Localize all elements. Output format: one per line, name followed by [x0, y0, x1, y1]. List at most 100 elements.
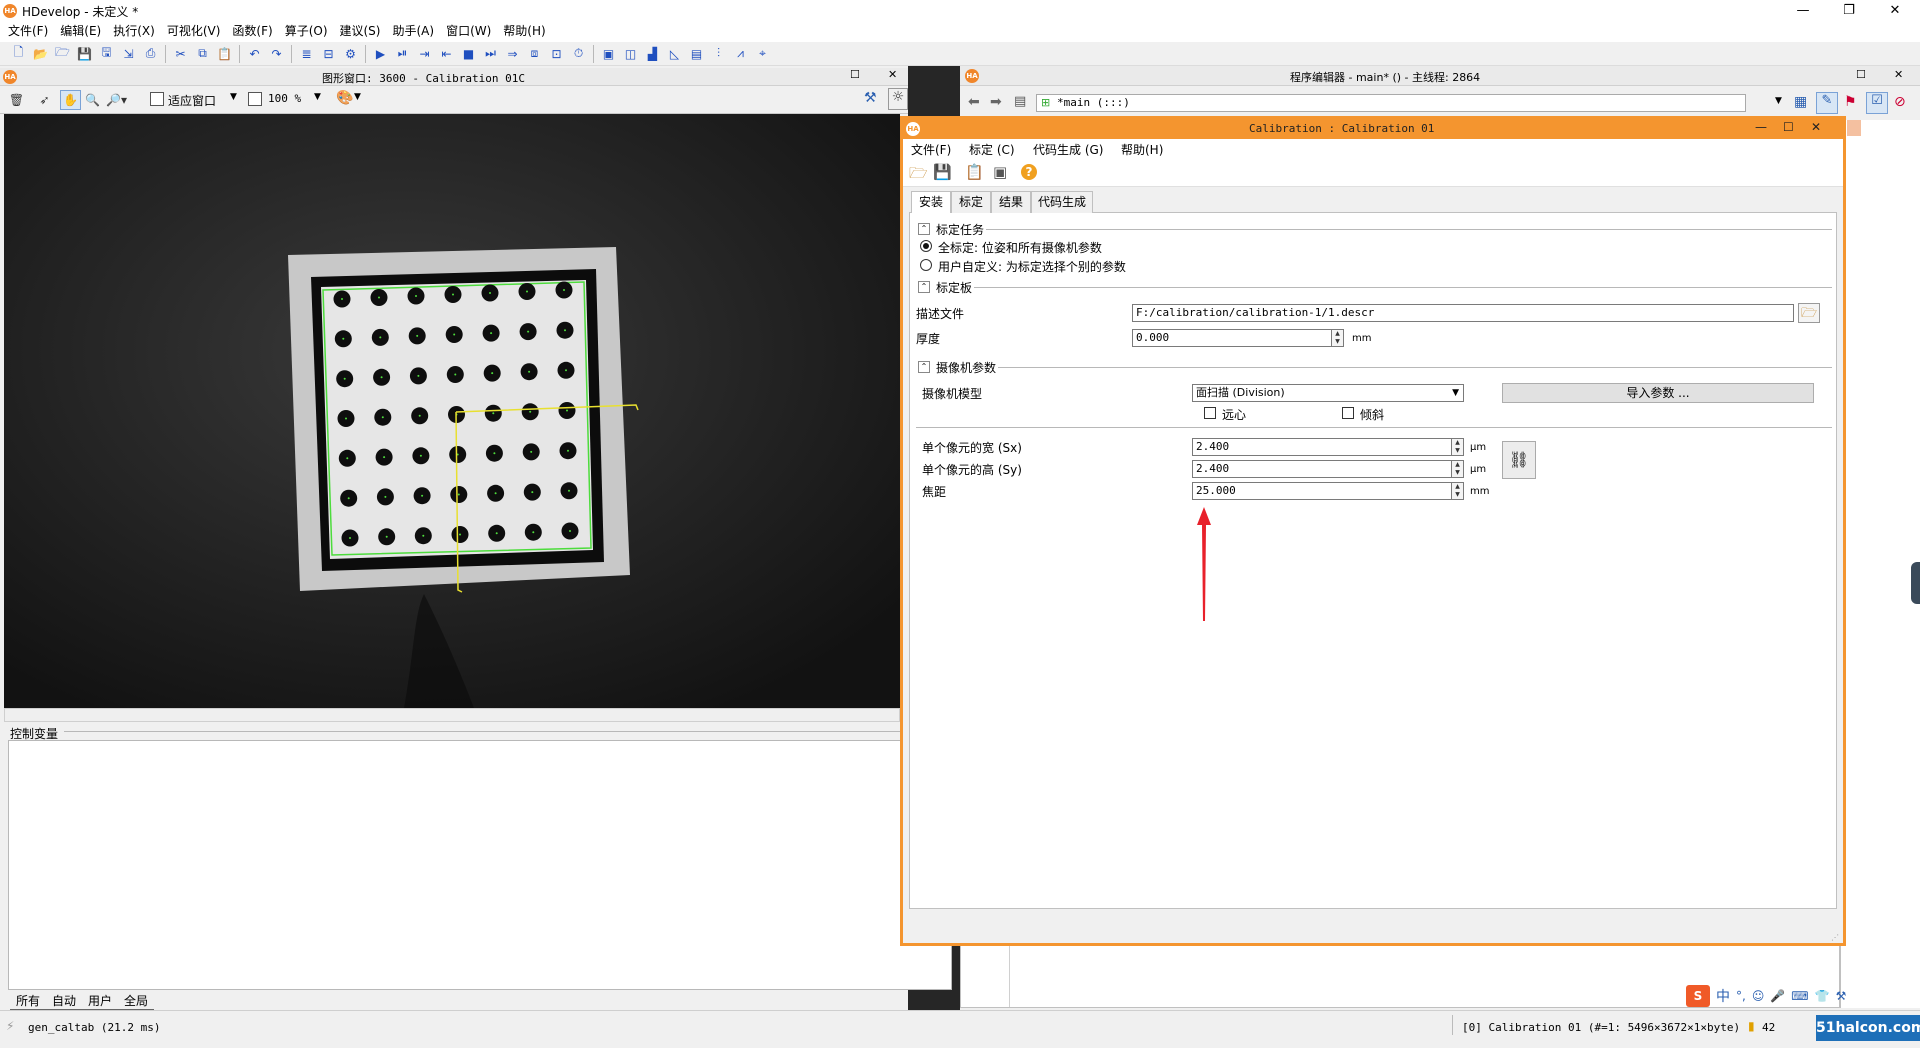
tilt-checkbox[interactable]: [1342, 407, 1354, 419]
timer-icon[interactable]: ⏱: [568, 44, 589, 64]
menu-file[interactable]: 文件(F): [2, 22, 54, 40]
zoom-dropdown-icon[interactable]: 🔎▾: [106, 90, 127, 110]
stop-icon[interactable]: ■: [458, 44, 479, 64]
save-icon[interactable]: 💾: [74, 44, 95, 64]
emoji-icon[interactable]: ☺: [1752, 989, 1765, 1003]
step-forward-icon[interactable]: ⏭: [480, 44, 501, 64]
tab-all[interactable]: 所有: [10, 992, 47, 1010]
thickness-input[interactable]: 0.000: [1132, 329, 1332, 347]
breakpoint-icon[interactable]: ⊡: [546, 44, 567, 64]
chevron-down-icon[interactable]: ▼: [354, 92, 361, 102]
open-folder-icon[interactable]: 🗁: [909, 163, 928, 188]
region-icon[interactable]: ◫: [620, 44, 641, 64]
chevron-down-icon[interactable]: ▼: [1775, 96, 1782, 106]
graphics-window-icon[interactable]: ▣: [598, 44, 619, 64]
tab-user[interactable]: 用户: [82, 992, 119, 1010]
paste-icon[interactable]: 📋: [214, 44, 235, 64]
inspect-icon[interactable]: ⩘: [730, 44, 751, 64]
help-icon[interactable]: ?: [1021, 164, 1037, 180]
pe-close-button[interactable]: ✕: [1894, 68, 1903, 81]
thickness-spinner[interactable]: ▲ ▼: [1332, 329, 1344, 347]
cal-menu-calibrate[interactable]: 标定 (C): [969, 141, 1015, 158]
collapse-icon[interactable]: ⌃: [918, 361, 930, 373]
calendar-icon[interactable]: ▦: [1794, 94, 1807, 110]
tab-global[interactable]: 全局: [118, 992, 155, 1010]
assistant-icon[interactable]: ⌖: [752, 44, 773, 64]
insert-line-icon[interactable]: ≣: [296, 44, 317, 64]
print-icon[interactable]: ⎙: [140, 44, 161, 64]
gray-histogram-icon[interactable]: ⫶: [708, 44, 729, 64]
pan-hand-icon[interactable]: ✋: [60, 90, 81, 110]
restore-button[interactable]: ❐: [1826, 0, 1872, 22]
browse-folder-icon[interactable]: 🗁: [1798, 303, 1820, 323]
pe-maximize-button[interactable]: ☐: [1856, 68, 1866, 81]
sy-spinner[interactable]: ▲ ▼: [1452, 460, 1464, 478]
cal-menu-file[interactable]: 文件(F): [911, 141, 951, 158]
cal-menu-help[interactable]: 帮助(H): [1121, 141, 1163, 158]
focal-length-spinner[interactable]: ▲ ▼: [1452, 482, 1464, 500]
menu-function[interactable]: 函数(F): [226, 22, 278, 40]
task-section-header[interactable]: ⌃ 标定任务: [918, 221, 984, 237]
reset-icon[interactable]: ⚙: [340, 44, 361, 64]
program-icon[interactable]: ⧈: [524, 44, 545, 64]
clipboard-icon[interactable]: 📋: [965, 163, 984, 181]
menu-execute[interactable]: 执行(X): [107, 22, 161, 40]
tab-setup[interactable]: 安装: [911, 191, 951, 214]
tab-codegen[interactable]: 代码生成: [1031, 191, 1093, 213]
disable-icon[interactable]: ⊘: [1894, 94, 1906, 110]
tab-auto[interactable]: 自动: [46, 992, 83, 1010]
focal-length-input[interactable]: 25.000: [1192, 482, 1452, 500]
gw-maximize-button[interactable]: ☐: [850, 68, 860, 81]
save-icon[interactable]: 💾: [933, 163, 952, 181]
punctuation-icon[interactable]: °,: [1736, 989, 1746, 1003]
cal-maximize-button[interactable]: ☐: [1783, 120, 1794, 134]
histogram-icon[interactable]: ▟: [642, 44, 663, 64]
settings-person-icon[interactable]: ⚒: [864, 90, 877, 106]
new-file-icon[interactable]: 🗋: [8, 44, 29, 64]
run-icon[interactable]: ▶: [370, 44, 391, 64]
side-tool-icon[interactable]: ⛉: [1911, 562, 1920, 604]
horizontal-scrollbar[interactable]: [4, 708, 900, 722]
zoom-icon[interactable]: 🔍: [82, 90, 103, 110]
feature-icon[interactable]: ▤: [686, 44, 707, 64]
export-icon[interactable]: ⇲: [118, 44, 139, 64]
procedure-select[interactable]: ⊞ *main (:::): [1036, 94, 1746, 112]
zoom-mode-select[interactable]: 适应窗口: [168, 92, 216, 109]
next-icon[interactable]: ⇒: [502, 44, 523, 64]
menu-visualize[interactable]: 可视化(V): [161, 22, 227, 40]
cut-icon[interactable]: ✂: [170, 44, 191, 64]
delete-line-icon[interactable]: ⊟: [318, 44, 339, 64]
chevron-down-icon[interactable]: ▼: [230, 92, 237, 102]
sx-spinner[interactable]: ▲ ▼: [1452, 438, 1464, 456]
color-palette-icon[interactable]: 🎨: [336, 90, 353, 106]
open-file-icon[interactable]: 📂: [30, 44, 51, 64]
control-variables-list[interactable]: [8, 740, 952, 990]
import-params-button[interactable]: 导入参数 ...: [1502, 383, 1814, 403]
telecentric-checkbox[interactable]: [1204, 407, 1216, 419]
minimize-button[interactable]: —: [1780, 0, 1826, 22]
skin-icon[interactable]: 👕: [1815, 989, 1830, 1003]
line-profile-icon[interactable]: ◺: [664, 44, 685, 64]
menu-suggest[interactable]: 建议(S): [334, 22, 387, 40]
resize-grip-icon[interactable]: ⋰: [1831, 933, 1839, 942]
pointer-icon[interactable]: ➶: [34, 90, 55, 110]
zoom-percent-select[interactable]: 100 %: [268, 92, 301, 105]
radio-full-calibration[interactable]: [920, 240, 932, 252]
gw-close-button[interactable]: ✕: [888, 68, 897, 81]
step-out-icon[interactable]: ⇤: [436, 44, 457, 64]
sy-input[interactable]: 2.400: [1192, 460, 1452, 478]
collapse-icon[interactable]: ⌃: [918, 223, 930, 235]
procedure-icon[interactable]: ▤: [1014, 94, 1026, 109]
menu-assistant[interactable]: 助手(A): [386, 22, 440, 40]
keyboard-icon[interactable]: ⌨: [1791, 989, 1808, 1003]
tab-results[interactable]: 结果: [991, 191, 1031, 213]
step-over-icon[interactable]: ⏯: [392, 44, 413, 64]
forward-arrow-icon[interactable]: ➡: [990, 94, 1002, 110]
menu-operator[interactable]: 算子(O): [279, 22, 334, 40]
redo-icon[interactable]: ↷: [266, 44, 287, 64]
back-arrow-icon[interactable]: ⬅: [968, 94, 980, 110]
calibration-image-canvas[interactable]: [4, 114, 900, 708]
step-into-icon[interactable]: ⇥: [414, 44, 435, 64]
camera-section-header[interactable]: ⌃ 摄像机参数: [918, 359, 996, 375]
cal-close-button[interactable]: ✕: [1811, 120, 1821, 134]
